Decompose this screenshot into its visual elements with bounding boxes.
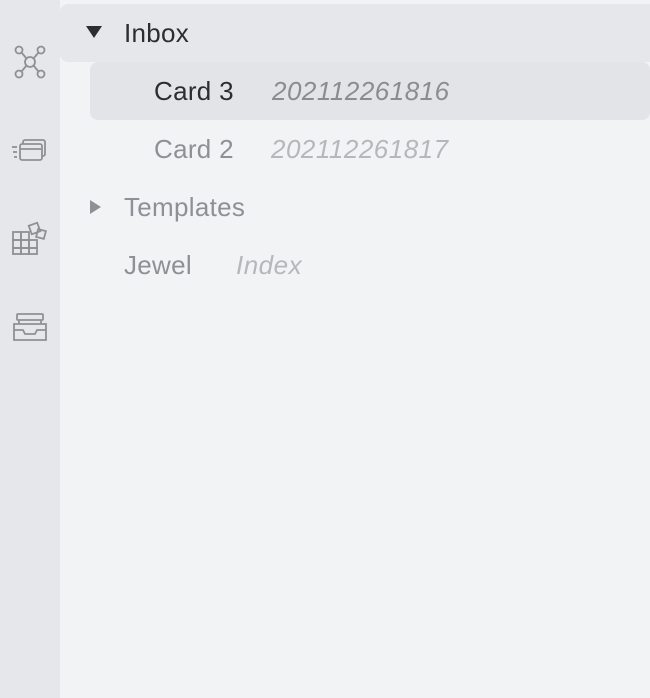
tree-item-card-2[interactable]: Card 2 202112261817 — [90, 120, 650, 178]
chevron-down-icon[interactable] — [86, 26, 102, 38]
item-meta: 202112261816 — [272, 75, 450, 106]
app-window: Inbox Card 3 202112261816 Card 2 2021122… — [0, 0, 650, 698]
cards-icon[interactable] — [10, 130, 50, 170]
item-label: Card 2 — [154, 133, 234, 164]
file-tree: Inbox Card 3 202112261816 Card 2 2021122… — [60, 0, 650, 698]
item-label: Card 3 — [154, 75, 234, 106]
blocks-icon[interactable] — [10, 218, 50, 258]
tree-folder-inbox[interactable]: Inbox — [60, 4, 650, 62]
tree-item-jewel[interactable]: Jewel Index — [60, 236, 650, 294]
chevron-right-icon[interactable] — [90, 200, 101, 214]
item-meta: 202112261817 — [271, 133, 449, 164]
tree-folder-templates[interactable]: Templates — [60, 178, 650, 236]
left-ribbon — [0, 0, 60, 698]
item-label: Jewel — [124, 249, 192, 280]
tree-item-card-3[interactable]: Card 3 202112261816 — [90, 62, 650, 120]
item-meta: Index — [236, 249, 303, 280]
folder-label: Inbox — [124, 17, 190, 48]
inbox-tray-icon[interactable] — [10, 306, 50, 346]
graph-icon[interactable] — [10, 42, 50, 82]
folder-label: Templates — [124, 191, 246, 222]
